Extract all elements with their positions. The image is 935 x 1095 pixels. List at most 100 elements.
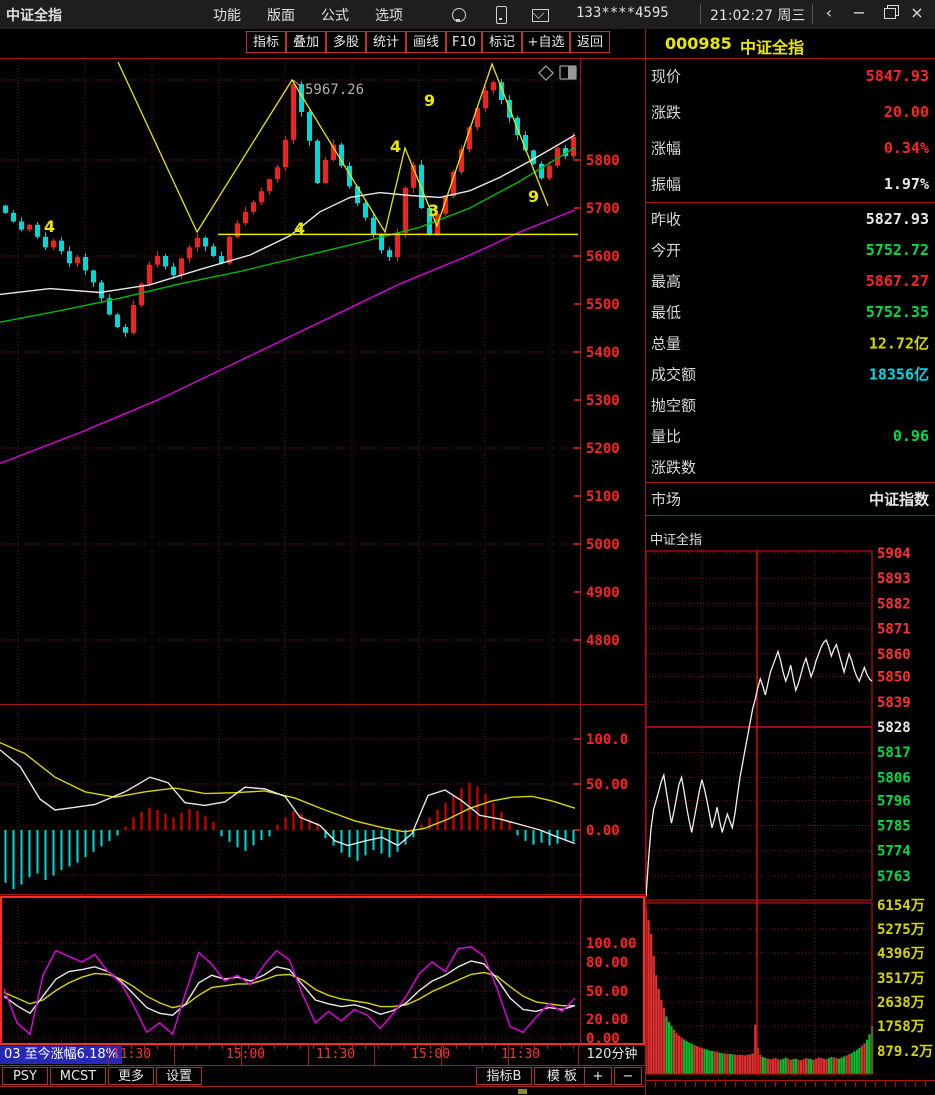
svg-text:5796: 5796 — [877, 793, 911, 809]
time-label: 15:00 — [411, 1047, 450, 1062]
quote-label: 涨跌 — [651, 102, 681, 123]
svg-text:5800: 5800 — [586, 153, 620, 169]
svg-text:5871: 5871 — [877, 622, 911, 638]
intraday-mini-chart[interactable]: 5904589358825871586058505839582858175806… — [645, 545, 935, 1080]
quote-row: 涨幅 0.34% — [646, 130, 935, 166]
window-title: 中证全指 — [6, 5, 62, 25]
zoom-out-button[interactable]: − — [614, 1067, 642, 1085]
indicator-status-bar: PSYMCST更多设置 指标B模 板+− — [0, 1066, 645, 1087]
app-window: 中证全指 功能版面公式选项 133****4595 21:02:27 周三 ‹ … — [0, 0, 935, 1095]
svg-text:100.00: 100.00 — [586, 936, 637, 952]
bottom-strip — [0, 1087, 645, 1095]
diamond-icon — [539, 66, 553, 80]
macd-indicator-pane[interactable]: 100.050.000.00 — [0, 705, 645, 895]
toolbar-button-3[interactable]: 统计 — [366, 31, 406, 53]
section-divider — [646, 515, 935, 516]
close-button[interactable]: × — [906, 3, 928, 22]
message-icon[interactable] — [532, 9, 549, 22]
mobile-icon[interactable] — [496, 6, 507, 24]
quote-value: 5827.93 — [866, 210, 929, 228]
tick-marks — [646, 1082, 935, 1087]
quote-label: 抛空额 — [651, 394, 696, 415]
svg-text:5200: 5200 — [586, 441, 620, 457]
account-phone-number: 133****4595 — [576, 5, 669, 21]
symbol-code: 000985 — [665, 34, 732, 53]
toolbar-button-0[interactable]: 指标 — [246, 31, 286, 53]
symbol-header: 000985 中证全指 — [645, 29, 935, 59]
time-label: 11:30 — [316, 1047, 355, 1062]
svg-text:5763: 5763 — [877, 869, 911, 885]
quote-label: 现价 — [651, 66, 681, 87]
quote-row: 现价5847.93 — [646, 58, 935, 94]
quote-row: 昨收5827.93 — [646, 203, 935, 234]
svg-text:2638万: 2638万 — [877, 995, 925, 1011]
time-separator — [174, 1045, 175, 1065]
svg-text:5850: 5850 — [877, 670, 911, 686]
feedback-icon[interactable] — [452, 8, 466, 22]
back-button[interactable]: ‹ — [818, 3, 840, 22]
svg-text:5400: 5400 — [586, 345, 620, 361]
quote-row: 市场 中证指数 — [646, 483, 935, 515]
zoom-in-button[interactable]: + — [584, 1067, 612, 1085]
svg-text:5904: 5904 — [877, 546, 911, 562]
minimize-button[interactable]: − — [848, 3, 870, 22]
quote-value: 18356亿 — [869, 363, 929, 384]
quote-row: 涨跌 20.00 — [646, 94, 935, 130]
svg-text:5806: 5806 — [877, 770, 911, 786]
range-gain-label: 03 至今涨幅6.18% — [0, 1046, 122, 1064]
quote-value: 0.34% — [884, 139, 929, 157]
svg-text:5893: 5893 — [877, 571, 911, 587]
period-label[interactable]: 120分钟 — [578, 1045, 645, 1065]
divider — [700, 4, 701, 24]
toolbar-button-6[interactable]: 标记 — [482, 31, 522, 53]
status-button-right-1[interactable]: 模 板 — [534, 1067, 590, 1085]
toolbar-button-7[interactable]: +自选 — [522, 31, 570, 53]
quote-row: 抛空额 — [646, 389, 935, 420]
svg-text:0.00: 0.00 — [586, 1031, 620, 1045]
quote-value: 20.00 — [884, 103, 929, 121]
svg-text:5967.26: 5967.26 — [305, 82, 364, 98]
quote-label: 振幅 — [651, 174, 681, 195]
status-button-psy[interactable]: PSY — [2, 1067, 48, 1085]
svg-text:5817: 5817 — [877, 745, 911, 761]
time-axis-row: 03 至今涨幅6.18% 11:3015:0011:3015:0011:30 1… — [0, 1045, 645, 1066]
toolbar-button-5[interactable]: F10 — [446, 31, 482, 53]
svg-text:100.0: 100.0 — [586, 732, 628, 748]
quote-label: 成交额 — [651, 363, 696, 384]
toolbar-button-1[interactable]: 叠加 — [286, 31, 326, 53]
quote-value: 中证指数 — [869, 489, 929, 510]
status-button-right-0[interactable]: 指标B — [476, 1067, 532, 1085]
title-bar: 中证全指 功能版面公式选项 133****4595 21:02:27 周三 ‹ … — [0, 0, 935, 30]
main-kline-chart[interactable]: 5800570056005500540053005200510050004900… — [0, 58, 645, 705]
quote-value: 5867.27 — [866, 272, 929, 290]
time-separator — [308, 1045, 309, 1065]
quote-row: 总量12.72亿 — [646, 327, 935, 358]
status-button-更多[interactable]: 更多 — [108, 1067, 154, 1085]
quote-value: 1.97% — [884, 175, 929, 193]
quote-label: 涨幅 — [651, 138, 681, 159]
clock: 21:02:27 周三 — [710, 5, 805, 25]
toolbar-button-4[interactable]: 画线 — [406, 31, 446, 53]
svg-text:4: 4 — [44, 217, 55, 236]
svg-text:0.00: 0.00 — [586, 823, 620, 839]
quote-label: 市场 — [651, 489, 681, 510]
quote-row: 成交额 18356亿 — [646, 358, 935, 389]
restore-window-icon[interactable] — [884, 8, 896, 19]
svg-text:5700: 5700 — [586, 201, 620, 217]
quote-row: 量比0.96 — [646, 420, 935, 451]
kdj-indicator-pane[interactable]: 100.0080.0050.0020.000.00 — [0, 895, 645, 1045]
toolbar-button-8[interactable]: 返回 — [570, 31, 610, 53]
menu-item-0[interactable]: 功能 — [213, 5, 241, 25]
svg-text:1758万: 1758万 — [877, 1019, 925, 1035]
menu-item-2[interactable]: 公式 — [321, 5, 349, 25]
toolbar-button-2[interactable]: 多股 — [326, 31, 366, 53]
svg-text:3517万: 3517万 — [877, 971, 925, 987]
svg-text:5785: 5785 — [877, 819, 911, 835]
symbol-name: 中证全指 — [740, 34, 804, 58]
menu-item-3[interactable]: 选项 — [375, 5, 403, 25]
status-button-mcst[interactable]: MCST — [50, 1067, 106, 1085]
svg-text:5300: 5300 — [586, 393, 620, 409]
svg-text:4396万: 4396万 — [877, 946, 925, 962]
menu-item-1[interactable]: 版面 — [267, 5, 295, 25]
status-button-设置[interactable]: 设置 — [156, 1067, 202, 1085]
